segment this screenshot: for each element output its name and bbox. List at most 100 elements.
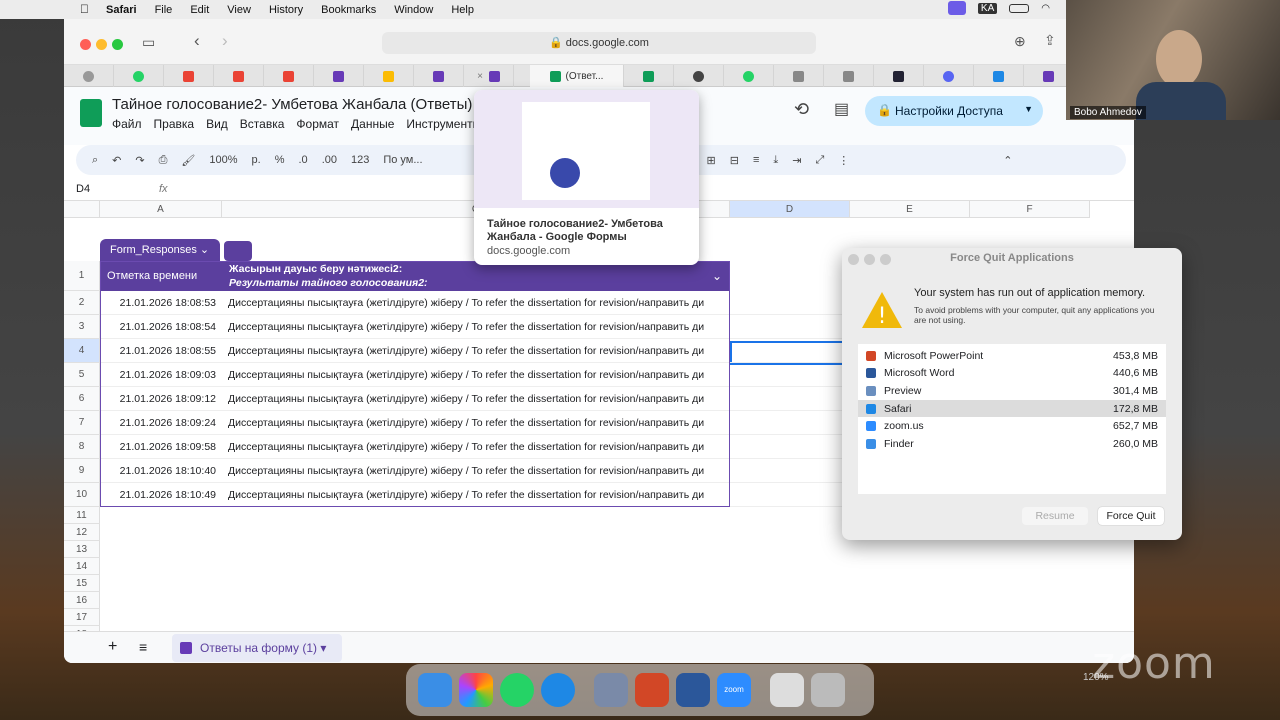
row-header[interactable]: 17 [64, 609, 100, 626]
document-title[interactable]: Тайное голосование2- Умбетова Жанбала (О… [112, 96, 472, 113]
close-tab-icon[interactable]: × [477, 71, 483, 82]
tab-z-1[interactable] [774, 65, 824, 87]
tab-z-2[interactable] [824, 65, 874, 87]
menu-app-name[interactable]: Safari [106, 4, 137, 16]
timestamp-cell[interactable]: 21.01.2026 18:09:24 [100, 417, 222, 429]
row-header[interactable]: 9 [64, 459, 100, 483]
menu-file[interactable]: File [155, 4, 173, 16]
whatsapp-icon[interactable] [500, 673, 534, 707]
menu-history[interactable]: History [269, 4, 303, 16]
percent-button[interactable]: % [275, 154, 285, 166]
timestamp-cell[interactable]: 21.01.2026 18:09:58 [100, 441, 222, 453]
tab-chatgpt[interactable] [674, 65, 724, 87]
tab-sheets-active[interactable]: (Ответ... [530, 65, 624, 87]
answer-cell[interactable]: Диссертацияны пысықтауға (жетілдіруге) ж… [228, 489, 728, 501]
undo-icon[interactable]: ↶ [112, 154, 121, 167]
wifi-icon[interactable]: ◠ [1041, 3, 1050, 14]
history-icon[interactable]: ⟲ [794, 99, 809, 120]
table-icon[interactable] [224, 241, 252, 261]
battery-icon[interactable] [1009, 3, 1030, 13]
photos-icon[interactable] [459, 673, 493, 707]
row-header[interactable]: 13 [64, 541, 100, 558]
sheets-logo-icon[interactable] [80, 99, 102, 127]
corner-cell[interactable] [64, 201, 100, 218]
apple-icon[interactable]:  [80, 2, 89, 16]
timestamp-cell[interactable]: 21.01.2026 18:08:54 [100, 321, 222, 333]
app-row[interactable]: Finder 260,0 MB [858, 435, 1166, 453]
tab-gmail-2[interactable] [214, 65, 264, 87]
menu-view-ru[interactable]: Вид [206, 117, 228, 131]
app-row[interactable]: Microsoft PowerPoint 453,8 MB [858, 347, 1166, 365]
add-sheet-button[interactable]: + [108, 638, 117, 656]
timestamp-cell[interactable]: 21.01.2026 18:09:03 [100, 369, 222, 381]
row-header[interactable]: 14 [64, 558, 100, 575]
tab-gmail-3[interactable] [264, 65, 314, 87]
row-header[interactable]: 5 [64, 363, 100, 387]
header-timestamp[interactable]: Отметка времени [107, 270, 197, 282]
tab-forms-2[interactable] [414, 65, 464, 87]
menu-view[interactable]: View [227, 4, 251, 16]
paint-format-icon[interactable]: 🖌 [181, 154, 195, 167]
share-button[interactable]: 🔒 Настройки Доступа ▼ [865, 96, 1043, 126]
caret-down-icon[interactable]: ▼ [1024, 104, 1033, 114]
zoom-app-icon[interactable]: zoom [717, 673, 751, 707]
tab-forms-1[interactable] [314, 65, 364, 87]
answer-cell[interactable]: Диссертацияны пысықтауға (жетілдіруге) ж… [228, 321, 728, 333]
tab-preview-popup[interactable]: Тайное голосование2- Умбетова Жанбала - … [474, 90, 699, 265]
increase-decimal-button[interactable]: .00 [322, 154, 337, 166]
answer-cell[interactable]: Диссертацияны пысықтауға (жетілдіруге) ж… [228, 441, 728, 453]
row-header[interactable]: 10 [64, 483, 100, 507]
menu-file-ru[interactable]: Файл [112, 117, 142, 131]
tab-whatsapp[interactable] [114, 65, 164, 87]
number-format-button[interactable]: 123 [351, 154, 369, 166]
chevron-down-icon[interactable]: ⌄ [712, 269, 722, 283]
all-sheets-icon[interactable]: ≡ [139, 639, 147, 655]
tab-safari[interactable] [64, 65, 114, 87]
valign-icon[interactable]: ⤓ [773, 154, 778, 167]
wrap-icon[interactable]: ⇥ [792, 154, 801, 167]
tab-sheets-2[interactable] [624, 65, 674, 87]
row-header[interactable]: 6 [64, 387, 100, 411]
trash-icon[interactable] [811, 673, 845, 707]
close-window-button[interactable] [80, 39, 91, 50]
col-header-e[interactable]: E [850, 201, 970, 218]
comments-icon[interactable]: ▤ [834, 99, 849, 119]
safari-icon[interactable] [541, 673, 575, 707]
forward-icon[interactable]: › [222, 31, 228, 51]
force-quit-button[interactable]: Force Quit [1098, 507, 1164, 525]
timestamp-cell[interactable]: 21.01.2026 18:09:12 [100, 393, 222, 405]
row-header[interactable]: 2 [64, 291, 100, 315]
tab-dark[interactable] [874, 65, 924, 87]
row-header[interactable]: 15 [64, 575, 100, 592]
col-header-d[interactable]: D [730, 201, 850, 218]
font-select[interactable]: По ум... [383, 154, 422, 166]
menu-window[interactable]: Window [394, 4, 433, 16]
app-row[interactable]: Safari 172,8 MB [858, 399, 1166, 418]
download-icon[interactable]: ⊕ [1014, 33, 1026, 50]
row-header-1[interactable]: 1 [64, 261, 100, 291]
resume-button[interactable]: Resume [1022, 507, 1088, 525]
menu-bookmarks[interactable]: Bookmarks [321, 4, 376, 16]
answer-cell[interactable]: Диссертацияны пысықтауға (жетілдіруге) ж… [228, 465, 728, 477]
tab-forms-3[interactable]: × [464, 65, 514, 87]
menu-help[interactable]: Help [451, 4, 474, 16]
keyboard-layout[interactable]: KA [977, 2, 998, 14]
menu-tools-ru[interactable]: Инструменты [406, 117, 481, 131]
zoom-select[interactable]: 100% [209, 154, 237, 166]
app-row[interactable]: Preview 301,4 MB [858, 382, 1166, 400]
menu-data-ru[interactable]: Данные [351, 117, 394, 131]
more-icon[interactable]: ⋮ [838, 154, 849, 167]
currency-button[interactable]: р. [252, 154, 261, 166]
row-header[interactable]: 4 [64, 339, 100, 363]
tab-cloud[interactable] [974, 65, 1024, 87]
timestamp-cell[interactable]: 21.01.2026 18:08:55 [100, 345, 222, 357]
share-icon[interactable]: ⇪ [1044, 32, 1056, 49]
tab-u[interactable] [924, 65, 974, 87]
menu-edit-ru[interactable]: Правка [154, 117, 195, 131]
collapse-icon[interactable]: ⌃ [1003, 154, 1012, 167]
answer-cell[interactable]: Диссертацияны пысықтауға (жетілдіруге) ж… [228, 345, 728, 357]
col-header-f[interactable]: F [970, 201, 1090, 218]
col-header-a[interactable]: A [100, 201, 222, 218]
answer-cell[interactable]: Диссертацияны пысықтауға (жетілдіруге) ж… [228, 393, 728, 405]
search-icon[interactable]: ⌕ [92, 154, 98, 167]
